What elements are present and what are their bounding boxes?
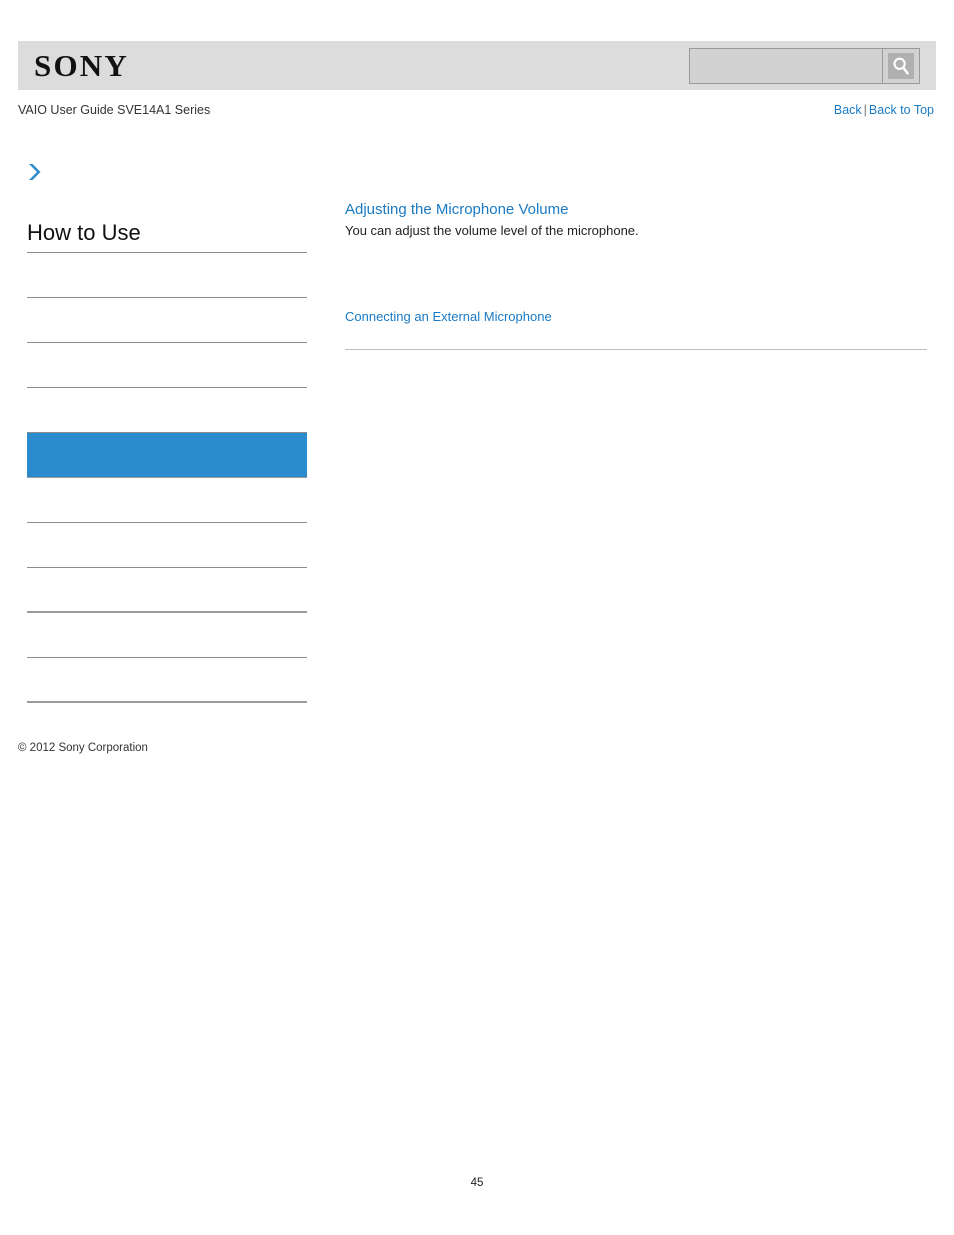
sidebar-item-3[interactable] [27, 343, 307, 388]
guide-title: VAIO User Guide SVE14A1 Series [18, 103, 211, 117]
chevron-right-icon[interactable] [26, 162, 44, 182]
article-title-link[interactable]: Adjusting the Microphone Volume [345, 200, 927, 220]
content-divider [345, 349, 927, 350]
sidebar-item-2[interactable] [27, 298, 307, 343]
header-nav-links: Back | Back to Top [834, 102, 934, 118]
sidebar-item-7[interactable] [27, 523, 307, 568]
back-link[interactable]: Back [834, 103, 862, 117]
magnifier-icon [888, 53, 914, 79]
sidebar-item-9[interactable] [27, 613, 307, 658]
article-description: You can adjust the volume level of the m… [345, 223, 639, 238]
sidebar-item-10[interactable] [27, 658, 307, 703]
main-content: Adjusting the Microphone Volume You can … [345, 200, 927, 350]
sidebar-item-1[interactable] [27, 253, 307, 298]
sidebar-heading: How to Use [27, 218, 307, 253]
search-input[interactable] [690, 49, 882, 83]
page-number: 45 [470, 1177, 484, 1189]
sidebar-item-8[interactable] [27, 568, 307, 613]
back-to-top-link[interactable]: Back to Top [869, 103, 934, 117]
search-bar [689, 48, 920, 84]
sidebar-item-5-selected[interactable] [27, 433, 307, 478]
link-separator: | [863, 103, 867, 117]
copyright-text: © 2012 Sony Corporation [18, 742, 148, 754]
related-article-link[interactable]: Connecting an External Microphone [345, 308, 927, 326]
sidebar: How to Use [27, 218, 307, 703]
sidebar-item-4[interactable] [27, 388, 307, 433]
header-band: SONY [18, 41, 936, 90]
sony-logo: SONY [34, 48, 129, 83]
sidebar-item-6[interactable] [27, 478, 307, 523]
search-button[interactable] [882, 49, 919, 83]
